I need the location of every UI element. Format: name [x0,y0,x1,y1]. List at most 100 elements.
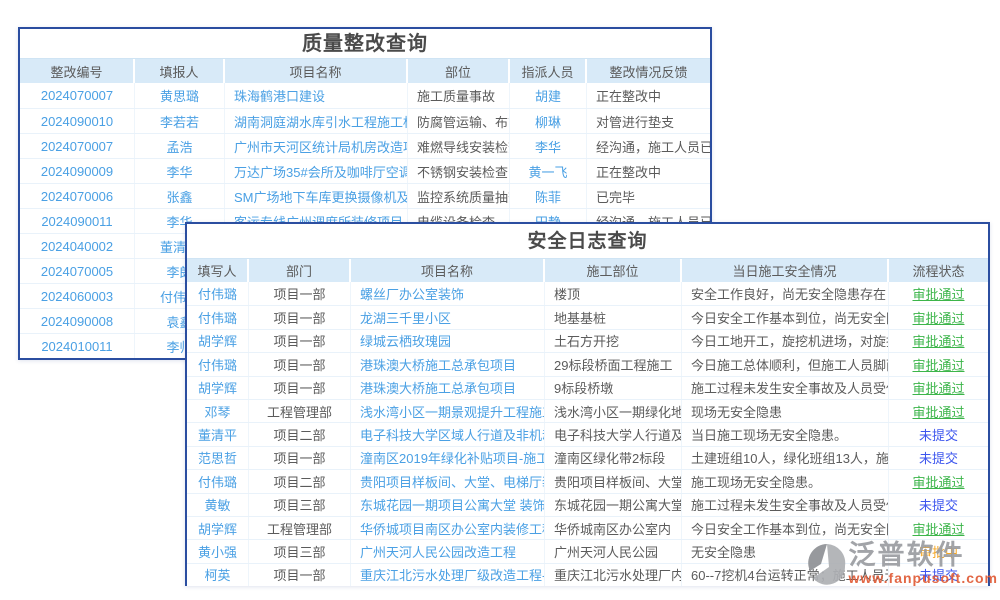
cell-department: 项目一部 [249,330,351,352]
cell-reporter[interactable]: 李华 [135,159,225,183]
cell-project-link[interactable]: 万达广场35#会所及咖啡厅空调安装工程 [225,159,408,183]
table-row: 董清平项目二部电子科技大学区域人行道及非机动车道工程电子科技大学人行道及非...… [187,422,988,445]
cell-writer[interactable]: 邓琴 [187,400,249,422]
cell-writer[interactable]: 付伟璐 [187,282,249,305]
cell-writer[interactable]: 胡学辉 [187,517,249,539]
cell-project-link[interactable]: 电子科技大学区域人行道及非机动车道工程 [351,423,545,445]
cell-rectify-id[interactable]: 2024090009 [20,159,135,183]
cell-writer[interactable]: 胡学辉 [187,330,249,352]
cell-project-link[interactable]: 华侨城项目南区办公室内装修工程 [351,517,545,539]
cell-project-link[interactable]: 潼南区2019年绿化补贴项目-施工2标段 [351,447,545,469]
column-header: 部门 [249,259,351,282]
cell-rectify-id[interactable]: 2024090008 [20,309,135,333]
cell-project-link[interactable]: 珠海鹤港口建设 [225,83,408,108]
cell-flow-status[interactable]: 审批通过 [889,377,988,399]
column-header: 流程状态 [889,259,988,282]
cell-writer[interactable]: 柯英 [187,564,249,586]
cell-project-link[interactable]: 湖南洞庭湖水库引水工程施工标 [225,109,408,133]
cell-project-link[interactable]: 广州天河人民公园改造工程 [351,540,545,562]
cell-rectify-id[interactable]: 2024090010 [20,109,135,133]
table-row: 2024070007孟浩广州市天河区统计局机房改造项目难燃导线安装检查李华经沟通… [20,133,710,158]
cell-work-part: 电子科技大学人行道及非... [545,423,682,445]
cell-assignee[interactable]: 陈菲 [510,184,587,208]
table-row: 黄小强项目三部广州天河人民公园改造工程广州天河人民公园无安全隐患审批中 [187,539,988,562]
cell-writer[interactable]: 付伟璐 [187,306,249,328]
cell-work-part: 土石方开挖 [545,330,682,352]
cell-writer[interactable]: 范思哲 [187,447,249,469]
cell-department: 项目二部 [249,423,351,445]
cell-project-link[interactable]: 龙湖三千里小区 [351,306,545,328]
cell-assignee[interactable]: 柳琳 [510,109,587,133]
cell-project-link[interactable]: 浅水湾小区一期景观提升工程施工 [351,400,545,422]
cell-rectify-id[interactable]: 2024090011 [20,209,135,233]
cell-rectify-id[interactable]: 2024040002 [20,234,135,258]
cell-flow-status[interactable]: 审批中 [889,540,988,562]
cell-work-part: 浅水湾小区一期绿化地 [545,400,682,422]
cell-project-link[interactable]: 绿城云栖玫瑰园 [351,330,545,352]
cell-safety-situation: 现场无安全隐患 [682,400,889,422]
cell-project-link[interactable]: 重庆江北污水处理厂级改造工程-道路修复 [351,564,545,586]
cell-writer[interactable]: 付伟璐 [187,353,249,375]
cell-project-link[interactable]: 港珠澳大桥施工总承包项目 [351,353,545,375]
cell-flow-status[interactable]: 审批通过 [889,282,988,305]
cell-project-link[interactable]: SM广场地下车库更换摄像机及硬盘项目 [225,184,408,208]
cell-assignee[interactable]: 李华 [510,134,587,158]
table-row: 2024090009李华万达广场35#会所及咖啡厅空调安装工程不锈钢安装检查黄一… [20,158,710,183]
cell-writer[interactable]: 付伟璐 [187,470,249,492]
cell-safety-situation: 施工过程未发生安全事故及人员受伤情况 [682,494,889,516]
cell-project-link[interactable]: 贵阳项目样板间、大堂、电梯厅装修工程 [351,470,545,492]
cell-rectify-id[interactable]: 2024070007 [20,83,135,108]
cell-writer[interactable]: 黄敏 [187,494,249,516]
cell-department: 项目一部 [249,564,351,586]
cell-flow-status[interactable]: 未提交 [889,494,988,516]
cell-safety-situation: 60--7挖机4台运转正常；施工人员无违章... [682,564,889,586]
cell-flow-status[interactable]: 审批通过 [889,400,988,422]
cell-rectify-id[interactable]: 2024070007 [20,134,135,158]
cell-work-part: 潼南区绿化带2标段 [545,447,682,469]
cell-feedback: 经沟通，施工人员已经更换... [587,134,710,158]
cell-reporter[interactable]: 孟浩 [135,134,225,158]
cell-rectify-id[interactable]: 2024060003 [20,284,135,308]
column-header: 整改情况反馈 [587,59,710,83]
cell-flow-status[interactable]: 审批通过 [889,470,988,492]
cell-department: 工程管理部 [249,400,351,422]
cell-flow-status[interactable]: 审批通过 [889,517,988,539]
cell-part: 施工质量事故 [408,83,510,108]
cell-safety-situation: 施工过程未发生安全事故及人员受伤情况 [682,377,889,399]
cell-feedback: 正在整改中 [587,159,710,183]
cell-rectify-id[interactable]: 2024010011 [20,334,135,358]
cell-work-part: 华侨城南区办公室内 [545,517,682,539]
cell-rectify-id[interactable]: 2024070006 [20,184,135,208]
cell-assignee[interactable]: 胡建 [510,83,587,108]
cell-flow-status[interactable]: 未提交 [889,423,988,445]
desktop: 质量整改查询 整改编号填报人项目名称部位指派人员整改情况反馈 202407000… [0,0,1000,600]
column-header: 当日施工安全情况 [682,259,889,282]
cell-reporter[interactable]: 张鑫 [135,184,225,208]
table-row: 胡学辉项目一部港珠澳大桥施工总承包项目9标段桥墩施工过程未发生安全事故及人员受伤… [187,376,988,399]
cell-writer[interactable]: 胡学辉 [187,377,249,399]
cell-rectify-id[interactable]: 2024070005 [20,259,135,283]
cell-reporter[interactable]: 李若若 [135,109,225,133]
cell-writer[interactable]: 黄小强 [187,540,249,562]
cell-writer[interactable]: 董清平 [187,423,249,445]
cell-flow-status[interactable]: 审批通过 [889,330,988,352]
cell-flow-status[interactable]: 未提交 [889,564,988,586]
cell-project-link[interactable]: 广州市天河区统计局机房改造项目 [225,134,408,158]
table-row: 柯英项目一部重庆江北污水处理厂级改造工程-道路修复重庆江北污水处理厂内部...6… [187,563,988,586]
cell-flow-status[interactable]: 审批通过 [889,353,988,375]
table-row: 付伟璐项目二部贵阳项目样板间、大堂、电梯厅装修工程贵阳项目样板间、大堂、...施… [187,469,988,492]
cell-reporter[interactable]: 黄思璐 [135,83,225,108]
cell-flow-status[interactable]: 审批通过 [889,306,988,328]
cell-project-link[interactable]: 港珠澳大桥施工总承包项目 [351,377,545,399]
column-header: 部位 [408,59,510,83]
cell-safety-situation: 今日施工总体顺利，但施工人员脚面烫伤 [682,353,889,375]
cell-project-link[interactable]: 东城花园一期项目公寓大堂 装饰工程 [351,494,545,516]
cell-work-part: 广州天河人民公园 [545,540,682,562]
table-row: 2024070006张鑫SM广场地下车库更换摄像机及硬盘项目监控系统质量抽查陈菲… [20,183,710,208]
cell-project-link[interactable]: 螺丝厂办公室装饰 [351,282,545,305]
cell-assignee[interactable]: 黄一飞 [510,159,587,183]
quality-window-title: 质量整改查询 [20,29,710,58]
cell-feedback: 已完毕 [587,184,710,208]
cell-flow-status[interactable]: 未提交 [889,447,988,469]
cell-department: 项目一部 [249,306,351,328]
